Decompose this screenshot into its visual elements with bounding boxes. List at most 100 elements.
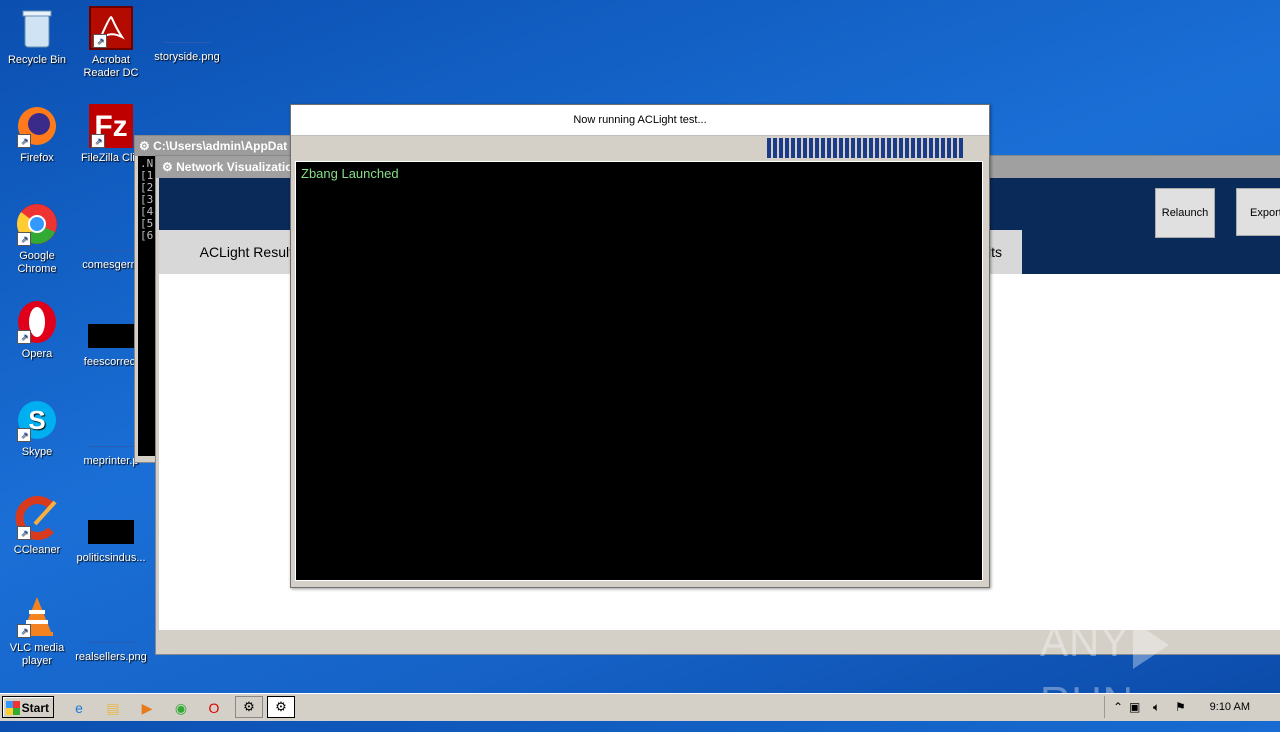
- tray-expand-icon[interactable]: ⌃: [1113, 696, 1123, 718]
- desktop-icon-label: Opera: [21, 348, 53, 360]
- chrome-icon: ↗: [15, 202, 59, 246]
- image-file-icon: [163, 20, 211, 43]
- progress-segment: [827, 138, 831, 158]
- progress-segment: [803, 138, 807, 158]
- progress-segment: [797, 138, 801, 158]
- progress-segment: [935, 138, 939, 158]
- progress-segment: [815, 138, 819, 158]
- progress-segment: [905, 138, 909, 158]
- shortcut-arrow-icon: ↗: [17, 624, 31, 638]
- skype-icon: S ↗: [15, 398, 59, 442]
- image-file-icon: [87, 620, 135, 643]
- desktop-icon-label: meprinter.p: [83, 455, 139, 467]
- netviz-title: Network Visualizatio: [176, 160, 293, 174]
- shortcut-arrow-icon: ↗: [17, 330, 31, 344]
- action-center-flag-icon[interactable]: ⚑: [1175, 696, 1186, 718]
- progress-segment: [899, 138, 903, 158]
- desktop-icon-label: Recycle Bin: [7, 54, 67, 66]
- ie-icon[interactable]: e: [68, 697, 90, 719]
- shortcut-arrow-icon: ↗: [93, 34, 107, 48]
- desktop-icon-opera[interactable]: ↗ Opera: [0, 300, 74, 361]
- opera-icon[interactable]: O: [203, 697, 225, 719]
- explorer-icon[interactable]: ▤: [102, 697, 124, 719]
- desktop-icon-label: FileZilla Clie: [81, 152, 141, 164]
- progress-segment: [947, 138, 951, 158]
- system-tray: ⌃ ▣ 🔈︎ ⚑ 9:10 AM: [1104, 696, 1280, 718]
- ccleaner-icon: ↗: [15, 496, 59, 540]
- chrome-icon[interactable]: ◉: [170, 697, 192, 719]
- progress-segment: [845, 138, 849, 158]
- desktop-icon-ccleaner[interactable]: ↗ CCleaner: [0, 496, 74, 557]
- clock[interactable]: 9:10 AM: [1210, 696, 1250, 718]
- progress-segment: [893, 138, 897, 158]
- progress-segment: [785, 138, 789, 158]
- desktop-icon-label: CCleaner: [13, 544, 61, 556]
- progress-segment: [779, 138, 783, 158]
- desktop-icon-realsellers[interactable]: realsellers.png: [74, 594, 148, 664]
- vlc-icon: ↗: [15, 594, 59, 638]
- progress-segment: [839, 138, 843, 158]
- watermark-left: ANY: [1040, 618, 1130, 665]
- progress-segment: [767, 138, 771, 158]
- file-icon: [87, 228, 135, 251]
- desktop-icon-storyside[interactable]: storyside.png: [150, 6, 224, 64]
- progress-segment: [809, 138, 813, 158]
- acrobat-icon: ↗: [89, 6, 133, 50]
- play-logo-icon: [1133, 620, 1170, 669]
- relaunch-button[interactable]: Relaunch: [1155, 188, 1215, 238]
- anyrun-watermark: ANYRUN: [1040, 612, 1240, 725]
- dialog-terminal-output: Zbang Launched: [295, 161, 983, 581]
- desktop-icon-firefox[interactable]: ↗ Firefox: [0, 104, 74, 165]
- progress-segment: [857, 138, 861, 158]
- progress-segment: [929, 138, 933, 158]
- shortcut-arrow-icon: ↗: [17, 232, 31, 246]
- desktop-icon-label: Google Chrome: [17, 250, 57, 275]
- export-button[interactable]: Export: [1236, 188, 1280, 236]
- filezilla-icon: Fz ↗: [89, 104, 133, 148]
- image-file-icon: [88, 324, 134, 348]
- aclight-progress-dialog[interactable]: Now running ACLight test... Zbang Launch…: [290, 104, 990, 588]
- file-icon: [87, 424, 135, 447]
- app-gear-icon: ⚙: [139, 139, 150, 153]
- desktop-icon-label: politicsindus...: [76, 552, 146, 564]
- progress-segment: [869, 138, 873, 158]
- progress-segment: [851, 138, 855, 158]
- progress-segment: [833, 138, 837, 158]
- taskbar-app-gear-icon-active[interactable]: ⚙: [267, 696, 295, 718]
- desktop-icon-chrome[interactable]: ↗ Google Chrome: [0, 202, 74, 276]
- shortcut-arrow-icon: ↗: [17, 526, 31, 540]
- shortcut-arrow-icon: ↗: [91, 134, 105, 148]
- desktop-icon-politicsindus[interactable]: politicsindus...: [74, 508, 148, 565]
- output-line: Zbang Launched: [301, 166, 399, 181]
- start-button[interactable]: Start: [2, 696, 54, 718]
- network-icon[interactable]: ▣: [1129, 696, 1140, 718]
- desktop-icon-label: comesgerm: [82, 259, 140, 271]
- taskbar: Start e ▤ ▶ ◉ O ⚙ ⚙ ⌃ ▣ 🔈︎ ⚑ 9:10 AM: [0, 693, 1280, 721]
- console-title-bar[interactable]: ⚙ C:\Users\admin\AppDat: [135, 136, 295, 156]
- progress-segment: [917, 138, 921, 158]
- desktop-icon-vlc[interactable]: ↗ VLC media player: [0, 594, 74, 668]
- dialog-header: Now running ACLight test...: [291, 105, 989, 136]
- progress-segment: [875, 138, 879, 158]
- desktop-icon-label: storyside.png: [154, 51, 220, 63]
- media-player-icon[interactable]: ▶: [136, 697, 158, 719]
- progress-segment: [953, 138, 957, 158]
- windows-logo-icon: [6, 701, 20, 715]
- desktop-icon-label: Skype: [21, 446, 53, 458]
- desktop-icon-recycle-bin[interactable]: Recycle Bin: [0, 6, 74, 67]
- volume-icon[interactable]: 🔈︎: [1153, 696, 1160, 718]
- opera-icon: ↗: [15, 300, 59, 344]
- tab-aclight-results[interactable]: ACLight Result: [159, 230, 299, 274]
- desktop-icon-label: VLC media player: [9, 642, 65, 667]
- progress-segment: [773, 138, 777, 158]
- image-file-icon: [88, 520, 134, 544]
- desktop-icon-label: Firefox: [20, 152, 54, 164]
- desktop-icon-skype[interactable]: S ↗ Skype: [0, 398, 74, 459]
- progress-segment: [959, 138, 963, 158]
- progress-segment: [881, 138, 885, 158]
- progress-bar: [767, 138, 973, 158]
- desktop-icon-acrobat[interactable]: ↗ Acrobat Reader DC: [74, 6, 148, 80]
- taskbar-app-gear-icon[interactable]: ⚙: [235, 696, 263, 718]
- progress-segment: [911, 138, 915, 158]
- start-label: Start: [21, 701, 49, 715]
